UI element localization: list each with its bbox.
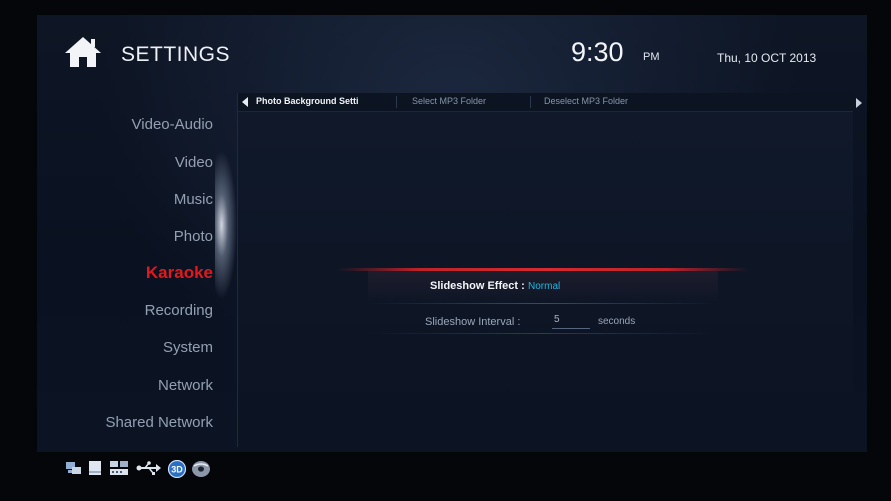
selection-bar — [338, 268, 748, 271]
sidebar-item-music[interactable]: Music — [174, 191, 213, 208]
clock-time: 9:30 — [571, 37, 624, 67]
slideshow-effect-value[interactable]: Normal — [528, 281, 560, 292]
row-divider — [368, 333, 718, 334]
page-title: SETTINGS — [121, 43, 231, 66]
tab-scroll-left-icon[interactable] — [242, 97, 248, 107]
clock-ampm: PM — [643, 51, 660, 63]
home-icon[interactable] — [63, 35, 103, 69]
sidebar-item-shared-network[interactable]: Shared Network — [105, 414, 213, 431]
tab-scroll-right-icon[interactable] — [856, 98, 862, 108]
tab-divider — [396, 96, 397, 108]
tab-divider — [530, 96, 531, 108]
sidebar-item-recording[interactable]: Recording — [145, 302, 213, 319]
settings-screen: SETTINGS 9:30 PM Thu, 10 OCT 2013 Video-… — [37, 15, 867, 456]
tab-photo-background[interactable]: Photo Background Setti — [256, 96, 359, 106]
header: SETTINGS 9:30 PM Thu, 10 OCT 2013 — [37, 15, 867, 90]
selection-glow — [215, 150, 237, 300]
svg-text:3D: 3D — [171, 465, 183, 475]
storage-icon — [89, 461, 101, 475]
disc-icon — [192, 461, 210, 477]
status-bar — [0, 452, 891, 501]
3d-icon: 3D — [167, 460, 187, 478]
slideshow-interval-label[interactable]: Slideshow Interval : — [425, 316, 520, 328]
sidebar-item-karaoke[interactable]: Karaoke — [146, 263, 213, 283]
sidebar-item-video-audio[interactable]: Video-Audio — [132, 116, 213, 133]
sidebar-item-photo[interactable]: Photo — [174, 228, 213, 245]
row-divider — [368, 303, 718, 304]
settings-panel: Photo Background Setti Select MP3 Folder… — [237, 93, 862, 447]
interval-unit-label: seconds — [598, 316, 636, 327]
settings-sidebar: Video-Audio Video Music Photo Karaoke Re… — [37, 90, 229, 456]
slideshow-interval-input[interactable]: 5 — [552, 314, 590, 329]
usb-icon — [136, 461, 161, 475]
tab-deselect-mp3-folder[interactable]: Deselect MP3 Folder — [544, 96, 628, 106]
sidebar-item-system[interactable]: System — [163, 339, 213, 356]
card-reader-icon — [110, 461, 128, 475]
sidebar-item-network[interactable]: Network — [158, 377, 213, 394]
network-icon — [66, 462, 81, 474]
sidebar-item-video[interactable]: Video — [175, 154, 213, 171]
slideshow-effect-label[interactable]: Slideshow Effect : — [430, 280, 525, 292]
tab-select-mp3-folder[interactable]: Select MP3 Folder — [412, 96, 486, 106]
date-display: Thu, 10 OCT 2013 — [717, 51, 817, 65]
tab-bar: Photo Background Setti Select MP3 Folder… — [238, 93, 853, 112]
